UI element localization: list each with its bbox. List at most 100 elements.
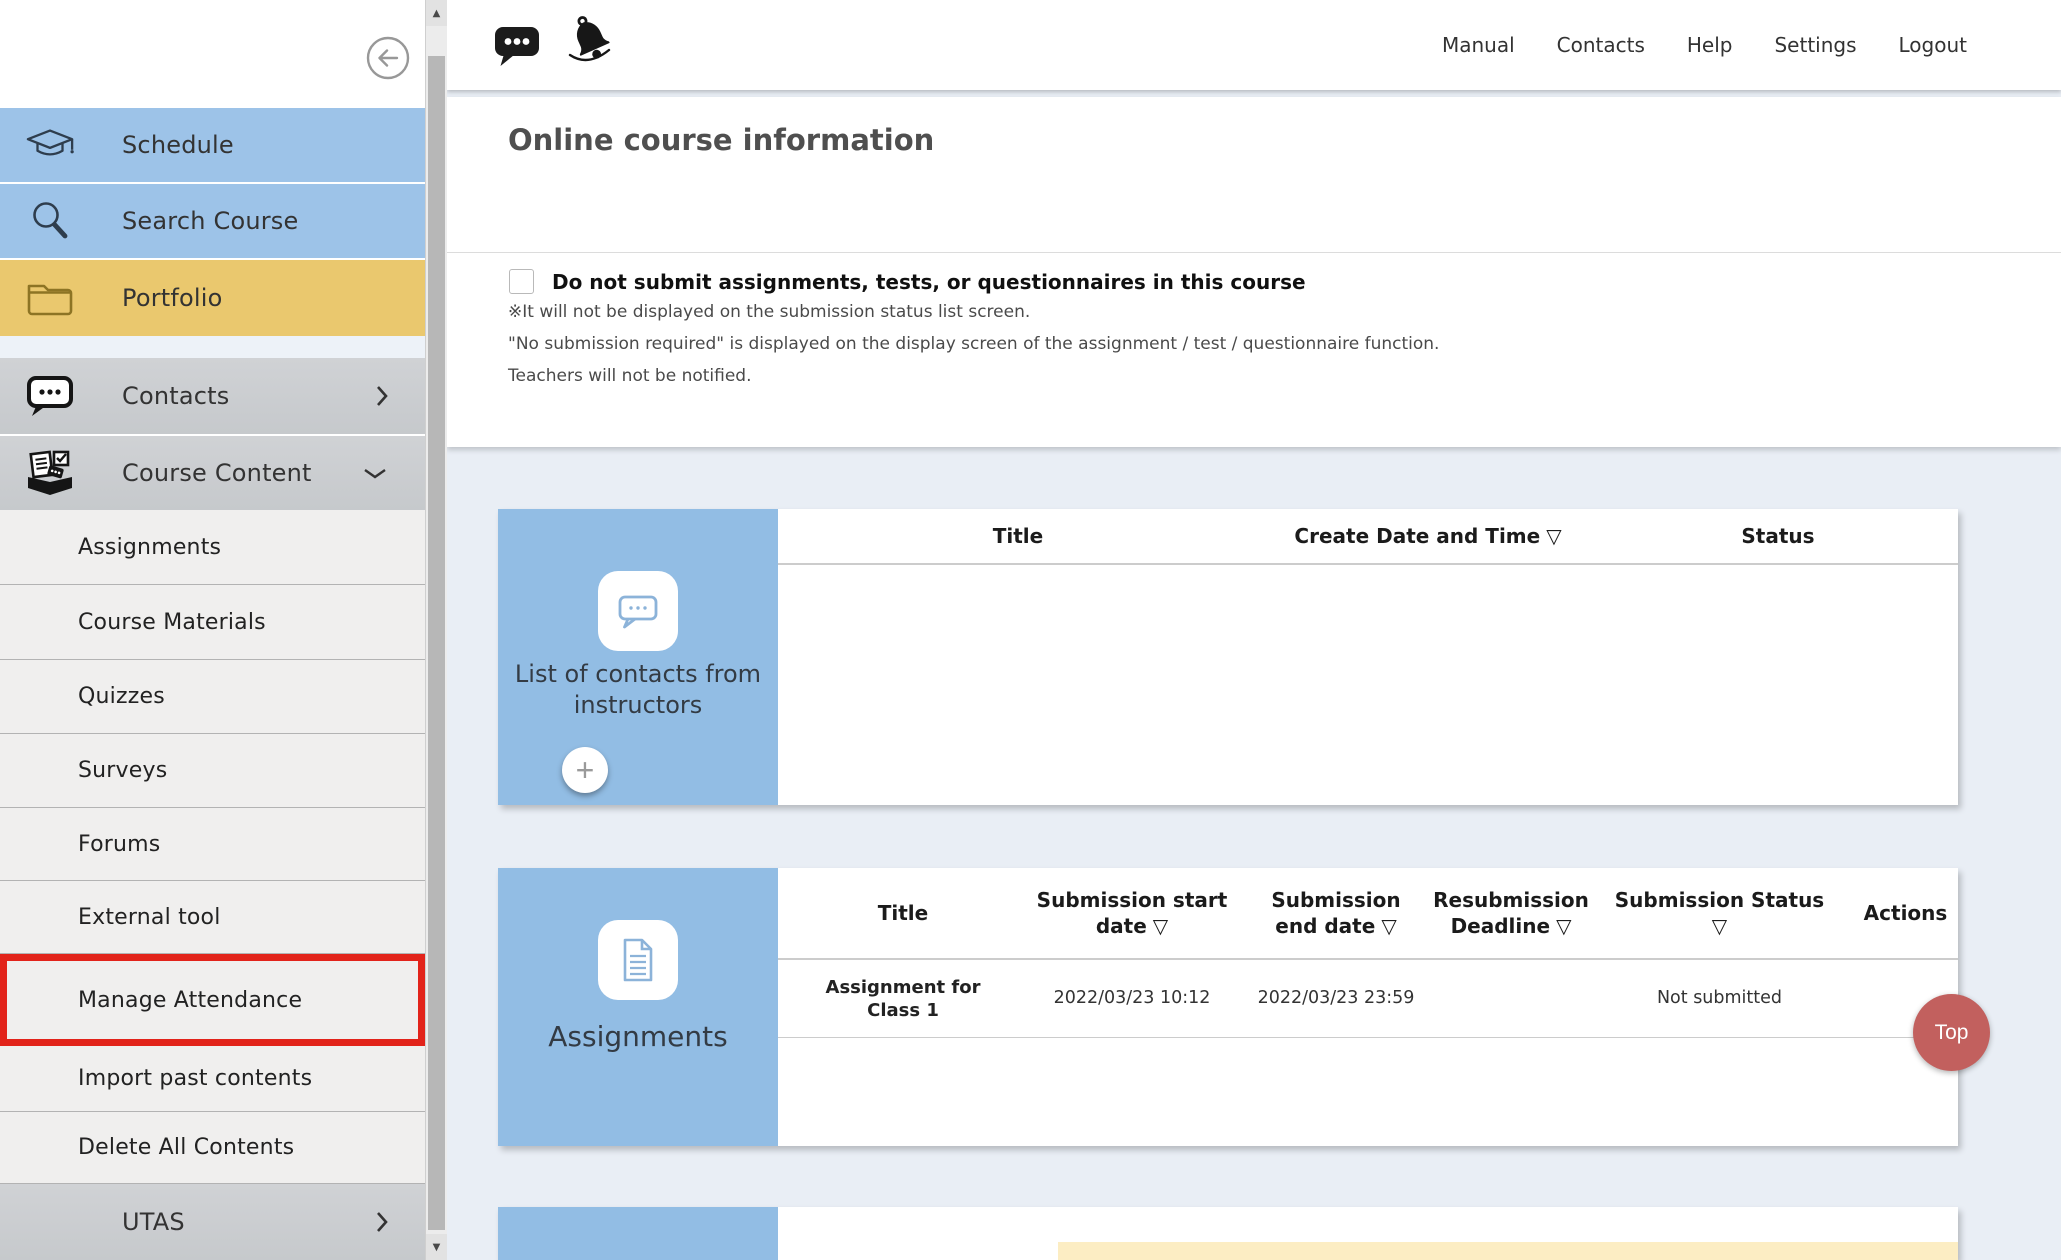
back-arrow-icon (365, 35, 411, 81)
sidebar-item-course-content[interactable]: Course Content (0, 436, 425, 510)
sidebar-item-label: Import past contents (78, 1066, 312, 1091)
sidebar-item-search-course[interactable]: Search Course (0, 184, 425, 258)
assignment-title[interactable]: Assignment for Class 1 (778, 960, 1028, 1037)
sidebar-item-utas[interactable]: UTAS (0, 1184, 425, 1260)
course-content-box-icon (24, 450, 76, 496)
sort-icon[interactable]: ▽ (1546, 524, 1561, 548)
column-header-resubmission-deadline[interactable]: Resubmission Deadline▽ (1436, 868, 1586, 958)
search-icon (24, 199, 76, 243)
column-header-submission-end[interactable]: Submission end date▽ (1236, 868, 1436, 958)
contacts-table: Title Create Date and Time▽ Status (778, 509, 1958, 805)
sidebar-item-delete-all-contents[interactable]: Delete All Contents (0, 1112, 425, 1184)
chevron-right-icon (375, 383, 389, 409)
contacts-tile (598, 571, 678, 651)
assignment-end-date: 2022/03/23 23:59 (1236, 960, 1436, 1037)
assignments-table-header: Title Submission start date▽ Submission … (778, 868, 1958, 960)
assignments-card-side: Assignments (498, 868, 778, 1146)
sort-icon[interactable]: ▽ (1615, 913, 1824, 939)
next-card-table (778, 1207, 1958, 1260)
assignments-card-title: Assignments (498, 1020, 778, 1053)
next-card-side (498, 1207, 778, 1260)
contacts-table-header: Title Create Date and Time▽ Status (778, 509, 1958, 565)
notifications-bell-icon[interactable] (561, 12, 619, 70)
nav-link-contacts[interactable]: Contacts (1557, 33, 1645, 57)
do-not-submit-checkbox[interactable] (509, 269, 534, 294)
column-header-submission-status[interactable]: Submission Status▽ (1586, 868, 1853, 958)
assignment-submission-status: Not submitted (1586, 960, 1853, 1037)
assignment-start-date: 2022/03/23 10:12 (1028, 960, 1236, 1037)
assignment-row[interactable]: Assignment for Class 1 2022/03/23 10:12 … (778, 960, 1958, 1038)
sidebar-item-assignments[interactable]: Assignments (0, 510, 425, 585)
column-header-submission-start[interactable]: Submission start date▽ (1028, 868, 1236, 958)
contacts-card-title: List of contacts from instructors (498, 659, 778, 721)
document-icon (619, 937, 657, 983)
nav-link-logout[interactable]: Logout (1899, 33, 1967, 57)
sidebar-item-contacts[interactable]: Contacts (0, 358, 425, 434)
sidebar-item-import-past-contents[interactable]: Import past contents (0, 1046, 425, 1112)
sidebar-item-manage-attendance[interactable]: Manage Attendance (0, 954, 425, 1046)
sort-icon[interactable]: ▽ (1556, 914, 1571, 938)
sidebar-item-label: UTAS (122, 1208, 185, 1236)
topbar: Manual Contacts Help Settings Logout (447, 0, 2061, 90)
sidebar-header (0, 0, 425, 108)
nav-link-manual[interactable]: Manual (1442, 33, 1515, 57)
column-header-actions: Actions (1853, 868, 1958, 958)
chat-bubble-icon (24, 375, 76, 417)
column-header-status: Status (1598, 509, 1958, 563)
sidebar-item-label: Surveys (78, 758, 167, 783)
contacts-card: List of contacts from instructors + Titl… (498, 509, 1958, 805)
topbar-nav: Manual Contacts Help Settings Logout (1442, 0, 1967, 90)
sidebar-item-external-tool[interactable]: External tool (0, 881, 425, 954)
add-contact-button[interactable]: + (562, 747, 608, 793)
sidebar-item-label: Course Materials (78, 610, 266, 635)
messages-icon[interactable] (493, 24, 541, 70)
speech-bubble-icon (615, 590, 661, 632)
sidebar-item-course-materials[interactable]: Course Materials (0, 585, 425, 660)
main-content: Manual Contacts Help Settings Logout Onl… (447, 0, 2061, 1260)
sidebar-item-label: Search Course (122, 207, 298, 235)
sidebar-item-label: Contacts (122, 382, 229, 410)
sidebar-item-schedule[interactable]: Schedule (0, 108, 425, 182)
sort-icon[interactable]: ▽ (1153, 914, 1168, 938)
next-card-partial (498, 1207, 1958, 1260)
optout-notes: ※It will not be displayed on the submiss… (508, 303, 1439, 399)
scrollbar-down-arrow[interactable]: ▼ (426, 1234, 447, 1260)
sidebar-item-label: Manage Attendance (78, 988, 302, 1013)
column-header-create-date[interactable]: Create Date and Time▽ (1258, 509, 1598, 563)
scroll-to-top-button[interactable]: Top (1913, 994, 1990, 1071)
column-header-title: Title (778, 509, 1258, 563)
chevron-right-icon (375, 1209, 389, 1235)
assignment-resubmission-deadline (1436, 960, 1586, 1037)
sort-icon[interactable]: ▽ (1381, 914, 1396, 938)
sidebar-item-label: Course Content (122, 459, 312, 487)
page-title: Online course information (508, 123, 934, 157)
sidebar-item-label: Forums (78, 832, 160, 857)
collapse-sidebar-button[interactable] (365, 35, 411, 81)
note-line: Teachers will not be notified. (508, 367, 1439, 385)
graduation-cap-icon (24, 126, 76, 164)
optout-row: Do not submit assignments, tests, or que… (509, 269, 1306, 294)
assignments-tile (598, 920, 678, 1000)
scrollbar-thumb[interactable] (428, 56, 445, 1230)
chevron-down-icon (361, 466, 389, 480)
sidebar: Schedule Search Course Portfolio (0, 0, 425, 1260)
assignments-card: Assignments Title Submission start date▽… (498, 868, 1958, 1146)
sidebar-scrollbar[interactable]: ▲ ▼ (425, 0, 447, 1260)
sidebar-item-portfolio[interactable]: Portfolio (0, 260, 425, 336)
note-line: "No submission required" is displayed on… (508, 335, 1439, 353)
sidebar-item-surveys[interactable]: Surveys (0, 734, 425, 808)
sidebar-item-label: Quizzes (78, 684, 165, 709)
assignments-table: Title Submission start date▽ Submission … (778, 868, 1958, 1146)
pending-row-highlight (1058, 1242, 1958, 1260)
sidebar-divider-band (0, 336, 425, 358)
sidebar-item-quizzes[interactable]: Quizzes (0, 660, 425, 734)
sidebar-item-forums[interactable]: Forums (0, 808, 425, 881)
sidebar-item-label: Schedule (122, 131, 234, 159)
scrollbar-up-arrow[interactable]: ▲ (426, 0, 447, 26)
folder-icon (24, 279, 76, 317)
nav-link-help[interactable]: Help (1687, 33, 1733, 57)
do-not-submit-label: Do not submit assignments, tests, or que… (552, 270, 1306, 294)
sidebar-item-label: Delete All Contents (78, 1135, 294, 1160)
nav-link-settings[interactable]: Settings (1774, 33, 1856, 57)
sidebar-item-label: Portfolio (122, 284, 223, 312)
